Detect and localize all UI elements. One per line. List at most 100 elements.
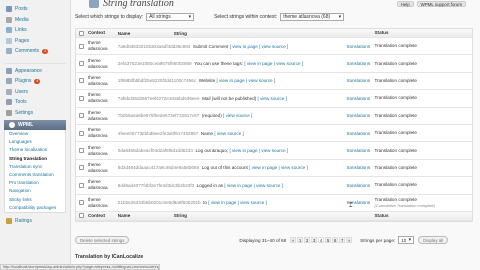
- appearance-icon: [6, 67, 12, 74]
- context-filter-select[interactable]: theme atlasnova (68): [280, 13, 345, 21]
- row-string-text: to: [203, 200, 207, 206]
- sidebar-item-links[interactable]: Links: [0, 25, 70, 36]
- help-button[interactable]: Help: [396, 1, 414, 7]
- row-checkbox[interactable]: [79, 182, 85, 188]
- row-translations-link[interactable]: translations: [347, 113, 375, 118]
- admin-sidebar: Posts Media Links Pages Comments 2 Appearance…: [0, 0, 71, 270]
- display-filter-select[interactable]: All strings: [146, 13, 195, 21]
- wpml-submenu-overview[interactable]: Overview: [5, 130, 65, 138]
- sidebar-item-settings[interactable]: Settings: [0, 108, 70, 119]
- wpml-submenu-translation-sync[interactable]: Translation sync: [5, 163, 65, 171]
- wpml-menu-label: WPML: [18, 122, 34, 128]
- page-link[interactable]: 4: [318, 237, 325, 243]
- sidebar-item-users[interactable]: Users: [0, 87, 70, 98]
- row-string-cell: 7af5bd36d2957e9f4272e10a5bd636eee Mail (…: [118, 96, 347, 101]
- row-translations-link[interactable]: translations: [347, 148, 375, 153]
- row-view-links[interactable]: [ view in page | view source ]: [249, 165, 308, 170]
- row-view-links[interactable]: [ view source ]: [258, 96, 287, 101]
- wpml-submenu-sticky-links[interactable]: Sticky links: [5, 196, 65, 204]
- row-translations-link[interactable]: translations: [347, 78, 375, 83]
- sidebar-item-comments[interactable]: Comments 2: [0, 46, 70, 57]
- row-context: theme atlasnova: [87, 196, 108, 208]
- row-status-cell: Translation complete: [374, 113, 472, 119]
- display-all-button[interactable]: Display all: [418, 236, 449, 244]
- page-link[interactable]: 2: [304, 237, 311, 243]
- row-checkbox-cell: [76, 113, 88, 119]
- row-string-text: Logged in as: [196, 182, 224, 188]
- row-checkbox-cell: [76, 165, 88, 171]
- row-view-links[interactable]: [ view in page | view source ]: [230, 44, 289, 49]
- star-icon: [6, 218, 12, 225]
- row-checkbox-cell: [76, 148, 88, 154]
- row-checkbox[interactable]: [79, 61, 85, 67]
- page-title: String translation: [89, 0, 174, 9]
- sidebar-item-media[interactable]: Media: [0, 15, 70, 26]
- sidebar-item-label: Tools: [15, 99, 27, 106]
- header-string: String: [173, 30, 187, 36]
- row-translations-link[interactable]: translations: [347, 165, 375, 170]
- row-string-text: You can use these tags:: [194, 61, 244, 67]
- context-filter-label: Select strings within context:: [214, 14, 278, 20]
- per-page-label: Strings per page:: [360, 237, 396, 243]
- wpml-submenu-compatibility-packages[interactable]: Compatibility packages: [5, 204, 65, 212]
- row-view-links[interactable]: [ view source ]: [223, 113, 252, 118]
- row-view-links[interactable]: [ view in page | view source ]: [229, 148, 288, 153]
- page-link[interactable]: 6: [332, 237, 339, 243]
- page-link[interactable]: 3: [311, 237, 318, 243]
- row-translations-link[interactable]: translations: [347, 131, 375, 136]
- wpml-submenu-theme-localization[interactable]: Theme localization: [5, 146, 65, 154]
- row-checkbox[interactable]: [79, 148, 85, 154]
- row-context: theme atlasnova: [87, 40, 108, 52]
- table-row: theme atlasnova 1f5985fb5bdf25e5220f3dd11…: [76, 73, 472, 91]
- row-translations-link[interactable]: translations: [347, 96, 375, 101]
- wpml-submenu: Overview Languages Theme localization Strin…: [4, 130, 66, 213]
- row-status: Translation complete: [374, 112, 417, 118]
- wpml-menu-header[interactable]: WPML: [4, 120, 66, 130]
- row-checkbox[interactable]: [79, 78, 85, 84]
- row-translations-link[interactable]: translations: [347, 61, 375, 66]
- row-checkbox[interactable]: [79, 113, 85, 119]
- sidebar-item-ratings[interactable]: Ratings: [0, 216, 70, 227]
- sidebar-item-tools[interactable]: Tools: [0, 97, 70, 108]
- wpml-submenu-languages[interactable]: Languages: [5, 138, 65, 146]
- row-checkbox[interactable]: [79, 130, 85, 136]
- row-view-links[interactable]: [ view in page | view source ]: [244, 61, 303, 66]
- page-link[interactable]: 7: [339, 237, 346, 243]
- row-view-links[interactable]: [ view in page | view source ]: [208, 200, 267, 205]
- per-page-select[interactable]: 10: [398, 236, 415, 244]
- support-forum-button[interactable]: WPML support forum: [416, 1, 466, 7]
- row-checkbox[interactable]: [79, 43, 85, 49]
- row-checkbox[interactable]: [79, 200, 85, 206]
- row-translations-link[interactable]: translations: [347, 44, 375, 49]
- page-link[interactable]: »: [346, 237, 353, 243]
- sidebar-item-pages[interactable]: Pages: [0, 36, 70, 47]
- page-title-text: String translation: [103, 0, 174, 9]
- sidebar-item-appearance[interactable]: Appearance: [0, 66, 70, 77]
- comments-icon: [6, 48, 12, 55]
- row-view-links[interactable]: [ view source ]: [214, 131, 243, 136]
- wpml-submenu-pro-translation[interactable]: Pro translation: [5, 179, 65, 187]
- wpml-submenu-navigation[interactable]: Navigation: [5, 187, 65, 195]
- sidebar-item-posts[interactable]: Posts: [0, 4, 70, 15]
- row-checkbox[interactable]: [79, 95, 85, 101]
- wpml-submenu-comments-translation[interactable]: Comments translation: [5, 171, 65, 179]
- row-view-links[interactable]: [ view in page | view source ]: [224, 183, 283, 188]
- row-context: theme atlasnova: [87, 57, 108, 69]
- delete-selected-button[interactable]: Delete selected strings: [75, 236, 130, 244]
- header-name: Name: [117, 30, 131, 36]
- footer-name-string: Name String: [118, 213, 347, 218]
- page-link[interactable]: 1: [297, 237, 304, 243]
- wpml-icon: [9, 122, 15, 128]
- row-string-text: Website: [198, 78, 216, 84]
- page-link[interactable]: 5: [325, 237, 332, 243]
- select-all-checkbox-footer[interactable]: [79, 213, 85, 219]
- row-view-links[interactable]: [ view in page | view source ]: [216, 78, 275, 83]
- wpml-submenu-string-translation[interactable]: String translation: [5, 155, 65, 163]
- page-link[interactable]: «: [290, 237, 297, 243]
- main-content: Help WPML support forum String translati…: [71, 0, 480, 270]
- select-all-checkbox[interactable]: [79, 30, 85, 36]
- row-translations-link[interactable]: translations: [347, 183, 375, 188]
- row-checkbox[interactable]: [79, 165, 85, 171]
- filter-bar: Select which strings to display: All str…: [75, 12, 475, 22]
- sidebar-item-plugins[interactable]: Plugins 4: [0, 76, 70, 87]
